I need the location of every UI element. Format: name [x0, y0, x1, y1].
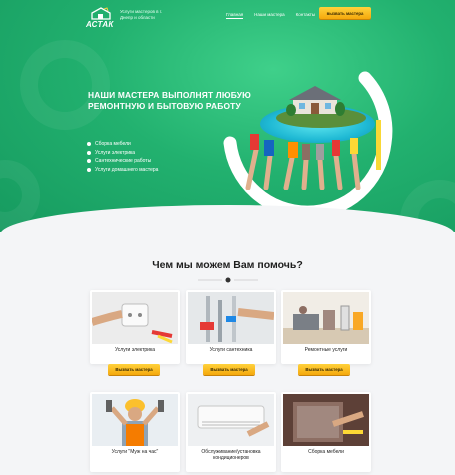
repair-photo-icon	[283, 292, 369, 344]
card-label: Обслуживание/установка кондиционеров	[201, 449, 261, 461]
service-card-electrician[interactable]: Услуги электрика	[90, 290, 180, 364]
tools-hands-illustration	[245, 120, 381, 190]
nav-item-masters[interactable]: Наши мастера	[254, 12, 285, 19]
handyman-photo-icon	[92, 394, 178, 446]
service-card-repair[interactable]: Ремонтные услуги	[281, 290, 371, 364]
bullet-icon	[87, 150, 91, 155]
nav-item-home[interactable]: Главная	[226, 12, 244, 19]
call-master-button[interactable]: Вызвать мастера	[108, 364, 160, 375]
service-card-ac[interactable]: Обслуживание/установка кондиционеров	[186, 392, 276, 472]
tagline: Услуги мастеров в г. Днепр и области	[120, 9, 163, 20]
decorative-circle	[20, 40, 110, 130]
ac-photo-icon	[188, 394, 274, 446]
call-master-button[interactable]: Вызвать мастера	[298, 364, 350, 375]
logo[interactable]: АСТАК	[86, 7, 116, 29]
list-item: Сантехнические работы	[87, 157, 158, 166]
card-label: Услуги электрика	[114, 347, 156, 353]
section-title: Чем мы можем Вам помочь?	[152, 259, 303, 271]
hero-section: АСТАК Услуги мастеров в г. Днепр и облас…	[0, 0, 455, 232]
call-master-button[interactable]: Вызвать мастера	[203, 364, 255, 375]
bullet-icon	[87, 159, 91, 164]
bullet-icon	[87, 168, 91, 173]
service-card-furniture[interactable]: Сборка мебели	[281, 392, 371, 472]
card-label: Услуги "Муж на час"	[111, 449, 159, 455]
house-logo-icon	[91, 7, 111, 20]
hero-services-list: Сборка мебели Услуги электрика Сантехнич…	[87, 140, 158, 174]
card-label: Ремонтные услуги	[304, 347, 348, 353]
electrician-photo-icon	[92, 292, 178, 344]
electrician-photo	[92, 292, 178, 344]
nav-item-contacts[interactable]: Контакты	[296, 12, 315, 19]
main-nav: Главная Наши мастера Контакты	[226, 12, 315, 19]
card-label: Услуги сантехника	[209, 347, 253, 353]
logo-text: АСТАК	[86, 20, 114, 29]
house-illustration	[286, 86, 345, 116]
bullet-icon	[87, 142, 91, 147]
list-item: Услуги домашнего мастера	[87, 166, 158, 175]
list-item: Сборка мебели	[87, 140, 158, 149]
plumber-photo-icon	[188, 292, 274, 344]
service-card-handyman[interactable]: Услуги "Муж на час"	[90, 392, 180, 472]
furniture-photo-icon	[283, 394, 369, 446]
call-master-button[interactable]: вызвать мастера	[319, 7, 371, 19]
list-item: Услуги электрика	[87, 149, 158, 158]
card-label: Сборка мебели	[308, 449, 344, 455]
service-card-plumber[interactable]: Услуги сантехника	[186, 290, 276, 364]
divider-icon	[198, 277, 258, 283]
